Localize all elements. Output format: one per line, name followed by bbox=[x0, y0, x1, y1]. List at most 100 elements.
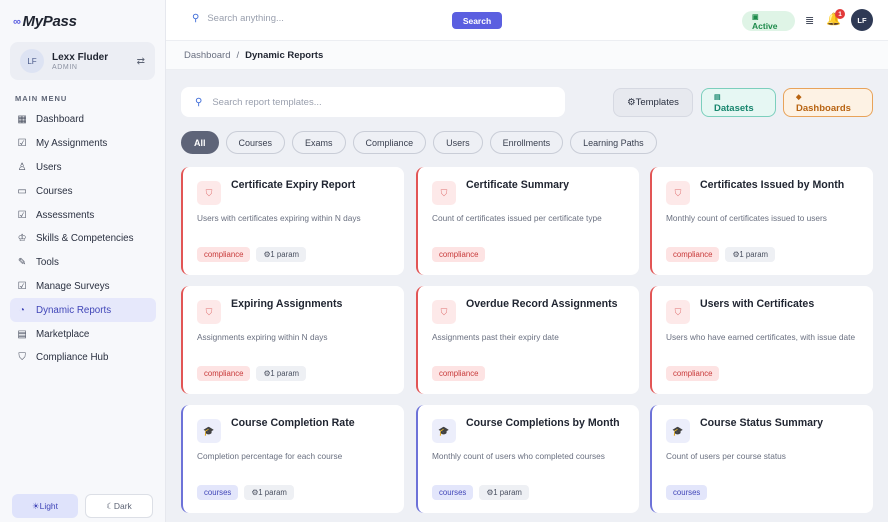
param-count-tag: ⚙1 param bbox=[479, 485, 529, 500]
users-icon: ♙ bbox=[17, 161, 27, 173]
dashboards-icon: ◆ bbox=[796, 93, 802, 101]
report-card[interactable]: 🎓 Course Status Summary Count of users per… bbox=[650, 405, 873, 513]
card-title: Course Completion Rate bbox=[231, 417, 355, 429]
card-tags: compliance ⚙1 param bbox=[197, 366, 307, 381]
sidebar-item-users[interactable]: ♙ Users bbox=[10, 156, 156, 180]
report-card[interactable]: ⛉ Certificate Summary Count of certificate… bbox=[416, 167, 639, 275]
shield-icon: ⛉ bbox=[432, 181, 456, 205]
menu-icon[interactable]: ≣ bbox=[805, 14, 814, 27]
sidebar-item-label: Assessments bbox=[36, 209, 95, 221]
sidebar-item-skills-competencies[interactable]: ♔ Skills & Competencies bbox=[10, 227, 156, 251]
filter-compliance[interactable]: Compliance bbox=[352, 131, 427, 154]
global-search-input[interactable]: Search anything... bbox=[207, 13, 284, 24]
sidebar-item-label: Courses bbox=[36, 185, 73, 197]
sidebar-item-dynamic-reports[interactable]: ◔ Dynamic Reports bbox=[10, 298, 156, 323]
card-description: Assignments past their expiry date bbox=[432, 332, 559, 342]
sidebar-item-tools[interactable]: ✎ Tools bbox=[10, 251, 156, 275]
sidebar-item-manage-surveys[interactable]: ☑ Manage Surveys bbox=[10, 275, 156, 299]
header-avatar[interactable]: LF bbox=[851, 9, 873, 31]
user-name: Lexx Fluder bbox=[52, 51, 109, 63]
card-title: Users with Certificates bbox=[700, 298, 815, 310]
breadcrumb-dashboard[interactable]: Dashboard bbox=[184, 50, 230, 61]
sidebar-item-compliance-hub[interactable]: ⛉ Compliance Hub bbox=[10, 346, 156, 370]
sidebar-item-label: Dynamic Reports bbox=[36, 304, 112, 316]
param-count-tag: ⚙1 param bbox=[256, 247, 307, 262]
search-icon: ⚲ bbox=[195, 96, 203, 108]
card-tags: compliance ⚙1 param bbox=[666, 247, 776, 262]
global-search[interactable]: ⚲ Search anything... bbox=[192, 13, 284, 24]
category-tag: compliance bbox=[666, 366, 720, 381]
sidebar-item-my-assignments[interactable]: ☑ My Assignments bbox=[10, 132, 156, 156]
app-logo[interactable]: ∞ MyPass bbox=[13, 13, 77, 30]
search-button[interactable]: Search bbox=[452, 12, 502, 29]
card-title: Course Status Summary bbox=[700, 417, 824, 429]
sidebar-item-assessments[interactable]: ☑ Assessments bbox=[10, 203, 156, 227]
category-tag: compliance bbox=[432, 247, 486, 262]
tools-icon: ✎ bbox=[17, 257, 27, 269]
light-theme-button[interactable]: ☀Light bbox=[12, 494, 78, 518]
templates-button[interactable]: ⚙Templates bbox=[613, 88, 693, 117]
report-card[interactable]: ⛉ Certificates Issued by Month Monthly cou… bbox=[650, 167, 873, 275]
param-count-tag: ⚙1 param bbox=[725, 247, 776, 262]
card-title: Course Completions by Month bbox=[466, 417, 620, 429]
sidebar-item-dashboard[interactable]: ▦ Dashboard bbox=[10, 108, 156, 132]
report-card[interactable]: ⛉ Users with Certificates Users who have e… bbox=[650, 286, 873, 394]
filter-exams[interactable]: Exams bbox=[292, 131, 346, 154]
shield-icon: ⛉ bbox=[666, 300, 690, 324]
filter-learning-paths[interactable]: Learning Paths bbox=[570, 131, 657, 154]
user-switcher[interactable]: LF Lexx Fluder ADMIN ⇄ bbox=[10, 42, 155, 80]
shield-icon: ⛉ bbox=[432, 300, 456, 324]
sidebar-item-label: My Assignments bbox=[36, 138, 108, 150]
sidebar: ∞ MyPass LF Lexx Fluder ADMIN ⇄ MAIN MEN… bbox=[0, 0, 166, 522]
card-tags: compliance ⚙1 param bbox=[197, 247, 307, 262]
breadcrumb-bar: Dashboard / Dynamic Reports bbox=[166, 41, 888, 70]
sidebar-item-label: Users bbox=[36, 161, 62, 173]
card-description: Users with certificates expiring within … bbox=[197, 213, 361, 223]
card-title: Overdue Record Assignments bbox=[466, 298, 618, 310]
card-tags: courses ⚙1 param bbox=[432, 485, 529, 500]
user-role: ADMIN bbox=[52, 63, 78, 71]
filter-users[interactable]: Users bbox=[433, 131, 483, 154]
main-menu-label: MAIN MENU bbox=[15, 94, 68, 103]
report-card[interactable]: ⛉ Certificate Expiry Report Users with cer… bbox=[181, 167, 404, 275]
datasets-button[interactable]: ▤ Datasets bbox=[701, 88, 776, 117]
logo-text: MyPass bbox=[22, 13, 77, 30]
report-card[interactable]: 🎓 Course Completion Rate Completion percen… bbox=[181, 405, 404, 513]
graduation-cap-icon: 🎓 bbox=[666, 419, 690, 443]
courses-icon: ▭ bbox=[17, 185, 27, 197]
sidebar-item-courses[interactable]: ▭ Courses bbox=[10, 179, 156, 203]
card-tags: compliance bbox=[432, 366, 486, 381]
report-card[interactable]: 🎓 Course Completions by Month Monthly coun… bbox=[416, 405, 639, 513]
breadcrumb-separator: / bbox=[236, 50, 240, 61]
category-tag: courses bbox=[666, 485, 708, 500]
filter-courses[interactable]: Courses bbox=[225, 131, 286, 154]
filter-all[interactable]: All bbox=[181, 131, 219, 154]
status-badge[interactable]: ▣ Active bbox=[742, 11, 795, 31]
card-description: Monthly count of users who completed cou… bbox=[432, 451, 605, 461]
report-search[interactable]: ⚲ Search report templates... bbox=[181, 87, 565, 117]
report-search-input[interactable]: Search report templates... bbox=[212, 97, 321, 108]
sidebar-item-label: Tools bbox=[36, 257, 59, 269]
card-tags: compliance bbox=[432, 247, 486, 262]
card-tags: compliance bbox=[666, 366, 720, 381]
shield-icon: ⛉ bbox=[197, 181, 221, 205]
card-description: Monthly count of certificates issued to … bbox=[666, 213, 827, 223]
switch-icon[interactable]: ⇄ bbox=[137, 56, 145, 67]
filter-enrollments[interactable]: Enrollments bbox=[489, 131, 564, 154]
dynamic-reports-icon: ◔ bbox=[19, 304, 25, 316]
report-card[interactable]: ⛉ Expiring Assignments Assignments expirin… bbox=[181, 286, 404, 394]
datasets-label: Datasets bbox=[714, 102, 754, 114]
category-tag: compliance bbox=[197, 247, 251, 262]
logo-icon: ∞ bbox=[13, 15, 21, 28]
sidebar-item-marketplace[interactable]: ▤ Marketplace bbox=[10, 322, 156, 346]
dark-theme-button[interactable]: ☾Dark bbox=[85, 494, 153, 518]
main-nav: ▦ Dashboard ☑ My Assignments ♙ Users ▭ Courses ☑… bbox=[10, 108, 156, 370]
shield-icon: ⛉ bbox=[197, 300, 221, 324]
compliance-hub-icon: ⛉ bbox=[18, 352, 26, 364]
card-tags: courses ⚙1 param bbox=[197, 485, 294, 500]
sidebar-item-label: Compliance Hub bbox=[36, 352, 109, 364]
report-card[interactable]: ⛉ Overdue Record Assignments Assignments p… bbox=[416, 286, 639, 394]
card-title: Expiring Assignments bbox=[231, 298, 343, 310]
assessments-icon: ☑ bbox=[17, 209, 27, 221]
dashboards-button[interactable]: ◆ Dashboards bbox=[783, 88, 873, 117]
